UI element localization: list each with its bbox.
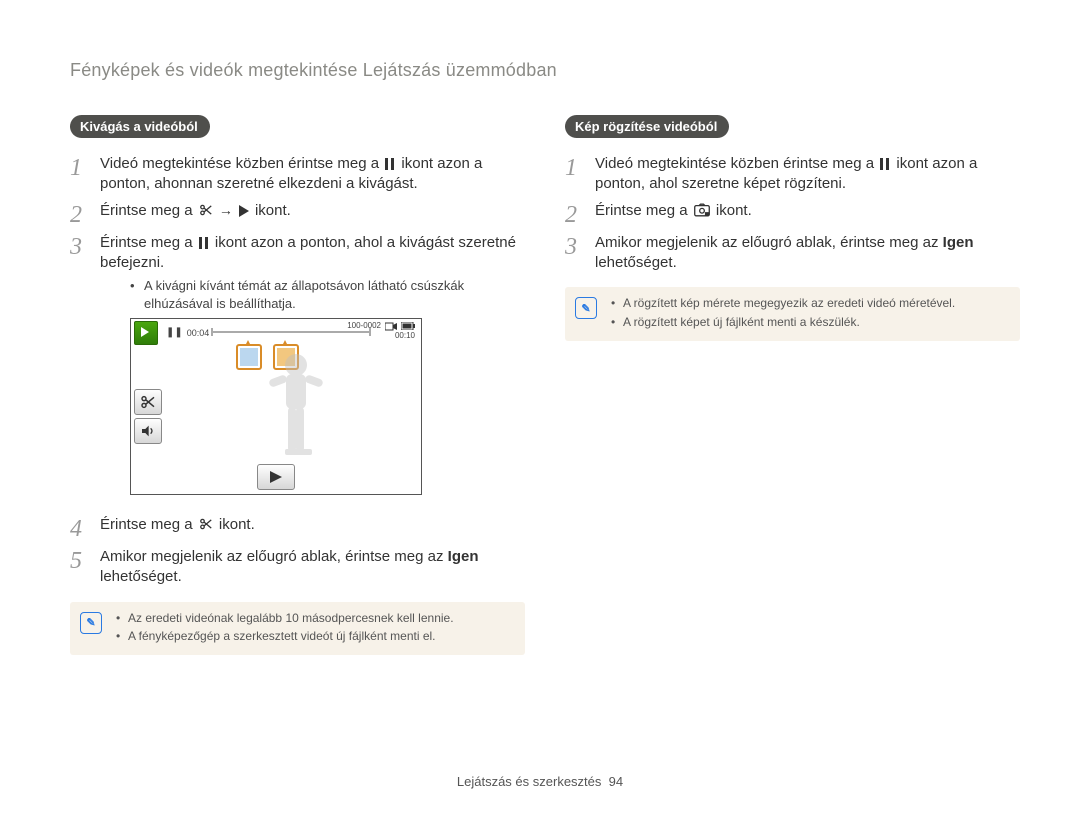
note-right: ✎ A rögzített kép mérete megegyezik az e… [565,287,1020,341]
pause-icon [199,237,209,249]
step-3: Érintse meg a ikont azon a ponton, ahol … [100,233,525,510]
play-button[interactable] [257,464,295,490]
pause-icon [880,158,890,170]
timestamp-elapsed: 00:04 [187,327,210,339]
pause-icon [385,158,395,170]
step-3-note: A kivágni kívánt témát az állapotsávon l… [130,277,525,312]
footer: Lejátszás és szerkesztés 94 [0,774,1080,789]
timestamp-total: 00:10 [395,331,415,342]
pause-icon: ❚❚ [166,326,183,340]
step-4: Érintse meg a ikont. [100,515,525,541]
note-icon: ✎ [575,297,597,319]
right-column: Kép rögzítése videóból 1 Videó megtekint… [565,115,1020,655]
left-steps: 1 Videó megtekintése közben érintse meg … [70,154,525,588]
scissors-button[interactable] [134,389,162,415]
step-1: Videó megtekintése közben érintse meg a … [595,154,1020,195]
manual-page: Fényképek és videók megtekintése Lejátsz… [0,0,1080,815]
note-icon: ✎ [80,612,102,634]
step-2: Érintse meg a ikont. [595,201,1020,227]
step-number: 2 [565,203,583,227]
battery-icon [401,322,415,330]
step-1: Videó megtekintése közben érintse meg a … [100,154,525,195]
step-number: 5 [70,549,88,588]
play-icon [239,205,249,217]
step-number: 3 [565,235,583,274]
step-number: 4 [70,517,88,541]
volume-button[interactable] [134,418,162,444]
person-silhouette [241,349,351,474]
tag-capture: Kép rögzítése videóból [565,115,729,138]
step-number: 1 [565,156,583,195]
step-5: Amikor megjelenik az előugró ablak, érin… [100,547,525,588]
video-trim-figure: ❚❚ 00:04 100-0002 00:10 [130,318,422,495]
scissors-icon [199,517,213,531]
left-column: Kivágás a videóból 1 Videó megtekintése … [70,115,525,655]
capture-frame-icon [694,203,710,217]
step-3: Amikor megjelenik az előugró ablak, érin… [595,233,1020,274]
scissors-icon [199,203,213,217]
camera-mini-icon [385,322,397,331]
step-number: 1 [70,156,88,195]
note-left: ✎ Az eredeti videónak legalább 10 másodp… [70,602,525,656]
section-title: Fényképek és videók megtekintése Lejátsz… [70,60,1020,81]
step-number: 3 [70,235,88,510]
tag-trim: Kivágás a videóból [70,115,210,138]
columns: Kivágás a videóból 1 Videó megtekintése … [70,115,1020,655]
file-id: 100-0002 [347,321,381,332]
step-number: 2 [70,203,88,227]
step-2: Érintse meg a → ikont. [100,201,525,227]
right-steps: 1 Videó megtekintése közben érintse meg … [565,154,1020,273]
figure-play-button[interactable] [134,321,158,345]
